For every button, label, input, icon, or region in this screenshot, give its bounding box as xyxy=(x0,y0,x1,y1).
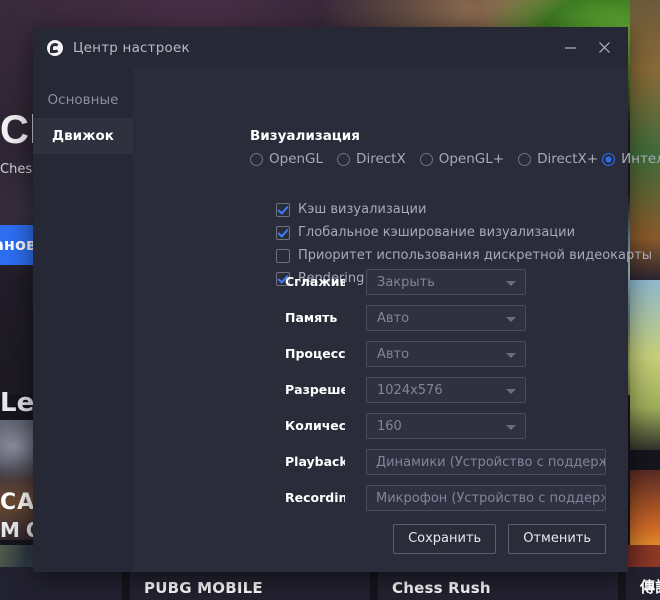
radio-dot-icon xyxy=(419,152,433,166)
game-tile-art xyxy=(626,545,660,567)
select-dpi[interactable]: 160 xyxy=(366,413,526,439)
checkbox-icon xyxy=(276,225,290,240)
select-value: 160 xyxy=(377,419,402,434)
radio-dot-icon xyxy=(602,152,616,166)
radio-dot-icon xyxy=(518,152,532,166)
select-value: Микрофон (Устройство с поддержкой xyxy=(376,491,605,506)
sidebar-item-general[interactable]: Основные xyxy=(33,82,133,118)
renderer-radio-group: OpenGL DirectX OpenGL+ DirectX+ Интеллек… xyxy=(250,151,660,167)
chevron-down-icon xyxy=(506,389,516,394)
checkbox-label: Глобальное кэширование визуализации xyxy=(298,225,576,240)
chevron-down-icon xyxy=(506,425,516,430)
dialog-titlebar: Центр настроек xyxy=(33,27,628,68)
checkbox-render-cache[interactable]: Кэш визуализации xyxy=(276,202,426,217)
field-label: Процессор xyxy=(285,346,345,361)
field-label: Сглаживание xyxy=(285,274,345,289)
game-tile-name: PUBG MOBILE xyxy=(144,579,263,597)
field-label: Количество xyxy=(285,418,345,433)
radio-directx[interactable]: DirectX xyxy=(337,151,406,167)
radio-label: OpenGL xyxy=(269,151,324,167)
checkbox-label: Приоритет использования дискретной видео… xyxy=(298,248,653,263)
checkbox-icon xyxy=(276,248,290,263)
game-tile[interactable]: 傳說對決 xyxy=(626,545,660,600)
app-logo-icon xyxy=(47,39,63,56)
radio-dot-icon xyxy=(250,152,263,166)
dialog-footer: Сохранить Отменить xyxy=(393,524,606,554)
dialog-body: Основные Движок Визуализация OpenGL Dire… xyxy=(33,68,660,572)
select-memory[interactable]: Авто xyxy=(366,305,526,331)
select-value: Авто xyxy=(377,347,410,362)
radio-label: DirectX+ xyxy=(537,151,599,167)
sidebar-item-engine[interactable]: Движок xyxy=(33,118,133,154)
field-label: Разрешение xyxy=(285,382,345,397)
settings-center-dialog: Центр настроек Основные Движок Визуализа… xyxy=(33,27,660,572)
save-button[interactable]: Сохранить xyxy=(393,524,497,554)
chevron-down-icon xyxy=(506,353,516,358)
close-icon[interactable] xyxy=(588,27,620,68)
settings-content-panel: Визуализация OpenGL DirectX OpenGL+ Dire… xyxy=(133,68,660,572)
select-value: Динамики (Устройство с поддержкой xyxy=(376,455,605,470)
radio-intellect[interactable]: Интеллекту xyxy=(602,151,660,167)
select-value: Авто xyxy=(377,311,410,326)
right-artwork-top xyxy=(630,0,660,280)
checkbox-discrete-gpu-priority[interactable]: Приоритет использования дискретной видео… xyxy=(276,248,652,263)
select-resolution[interactable]: 1024x576 xyxy=(366,377,526,403)
checkbox-icon xyxy=(276,202,290,217)
checkbox-global-render-cache[interactable]: Глобальное кэширование визуализации xyxy=(276,225,575,240)
select-processor[interactable]: Авто xyxy=(366,341,526,367)
select-antialiasing[interactable]: Закрыть xyxy=(366,269,526,295)
cancel-button[interactable]: Отменить xyxy=(508,524,606,554)
radio-label: OpenGL+ xyxy=(438,151,505,167)
field-label: Recording xyxy=(285,490,345,505)
radio-directx-plus[interactable]: DirectX+ xyxy=(518,151,598,167)
section-title-visualization: Визуализация xyxy=(250,128,360,144)
radio-label: DirectX xyxy=(356,151,406,167)
chevron-down-icon xyxy=(506,281,516,286)
checkbox-label: Кэш визуализации xyxy=(298,202,427,217)
settings-sidebar: Основные Движок xyxy=(33,68,133,572)
radio-opengl-plus[interactable]: OpenGL+ xyxy=(419,151,505,167)
chevron-down-icon xyxy=(506,317,516,322)
right-artwork-middle xyxy=(630,280,660,450)
field-label: Playback xyxy=(285,454,345,469)
radio-dot-icon xyxy=(337,152,351,166)
game-tile-name: 傳說對決 xyxy=(640,578,660,596)
field-label: Память xyxy=(285,310,338,325)
radio-opengl[interactable]: OpenGL xyxy=(250,151,323,167)
radio-label: Интеллекту xyxy=(621,151,660,167)
dialog-title: Центр настроек xyxy=(73,39,190,56)
select-recording-device[interactable]: Микрофон (Устройство с поддержкой xyxy=(366,485,606,511)
select-playback-device[interactable]: Динамики (Устройство с поддержкой xyxy=(366,449,606,475)
select-value: 1024x576 xyxy=(377,383,443,398)
minimize-icon[interactable] xyxy=(554,27,586,68)
select-value: Закрыть xyxy=(377,275,435,290)
game-tile-name: Chess Rush xyxy=(392,579,491,597)
